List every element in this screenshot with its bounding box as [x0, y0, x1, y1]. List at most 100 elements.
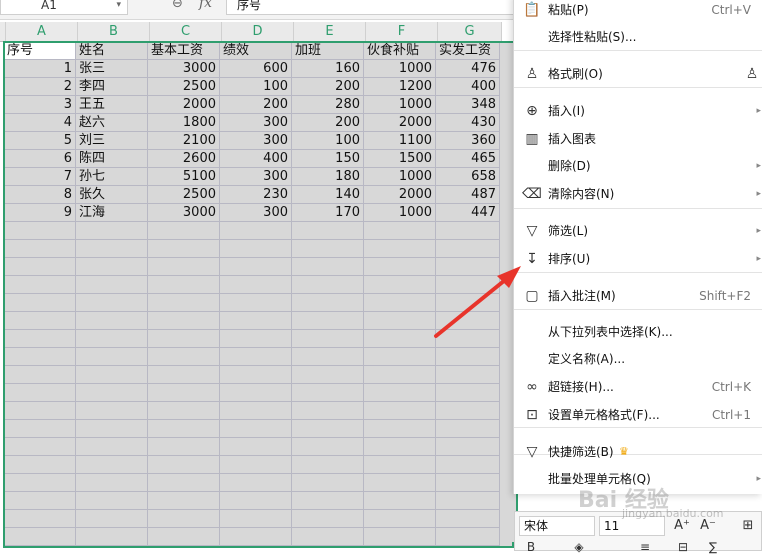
bold-icon[interactable]: B	[521, 540, 541, 554]
header-cell[interactable]: 姓名	[76, 42, 148, 60]
empty-cell[interactable]	[220, 294, 292, 312]
empty-cell[interactable]	[436, 366, 500, 384]
formula-input[interactable]: 序号	[226, 0, 516, 15]
empty-cell[interactable]	[292, 348, 364, 366]
empty-cell[interactable]	[4, 348, 76, 366]
table-cell[interactable]: 1000	[364, 96, 436, 114]
empty-cell[interactable]	[364, 528, 436, 546]
empty-cell[interactable]	[436, 348, 500, 366]
sum-icon[interactable]: ∑	[703, 540, 723, 554]
empty-cell[interactable]	[4, 222, 76, 240]
table-cell[interactable]: 465	[436, 150, 500, 168]
empty-cell[interactable]	[292, 474, 364, 492]
menu-item[interactable]: ⌫ 清除内容(N) ▸	[514, 181, 762, 207]
empty-cell[interactable]	[148, 402, 220, 420]
table-cell[interactable]: 300	[220, 204, 292, 222]
empty-cell[interactable]	[292, 438, 364, 456]
table-cell[interactable]: 400	[436, 78, 500, 96]
empty-cell[interactable]	[436, 222, 500, 240]
table-cell[interactable]: 5100	[148, 168, 220, 186]
empty-cell[interactable]	[4, 366, 76, 384]
empty-cell[interactable]	[220, 456, 292, 474]
table-cell[interactable]: 1500	[364, 150, 436, 168]
empty-cell[interactable]	[364, 438, 436, 456]
empty-cell[interactable]	[436, 456, 500, 474]
table-cell[interactable]: 1000	[364, 60, 436, 78]
align-icon[interactable]: ≡	[635, 540, 655, 554]
empty-cell[interactable]	[436, 330, 500, 348]
empty-cell[interactable]	[220, 528, 292, 546]
empty-cell[interactable]	[364, 384, 436, 402]
table-cell[interactable]: 2600	[148, 150, 220, 168]
table-cell[interactable]: 1800	[148, 114, 220, 132]
empty-cell[interactable]	[76, 294, 148, 312]
empty-cell[interactable]	[148, 528, 220, 546]
merge-cells-icon[interactable]: ⊞	[737, 515, 759, 537]
table-cell[interactable]: 1000	[364, 204, 436, 222]
empty-cell[interactable]	[148, 366, 220, 384]
table-cell[interactable]: 江海	[76, 204, 148, 222]
empty-cell[interactable]	[76, 258, 148, 276]
empty-cell[interactable]	[292, 366, 364, 384]
empty-cell[interactable]	[220, 276, 292, 294]
empty-cell[interactable]	[148, 222, 220, 240]
empty-cell[interactable]	[364, 312, 436, 330]
border-icon[interactable]: ⊟	[673, 540, 693, 554]
menu-item[interactable]: ▥ 插入图表	[514, 126, 762, 152]
table-cell[interactable]: 孙七	[76, 168, 148, 186]
table-cell[interactable]: 230	[220, 186, 292, 204]
table-cell[interactable]: 160	[292, 60, 364, 78]
empty-cell[interactable]	[148, 240, 220, 258]
table-cell[interactable]: 200	[220, 96, 292, 114]
table-cell[interactable]: 447	[436, 204, 500, 222]
table-cell[interactable]: 王五	[76, 96, 148, 114]
header-cell[interactable]: 实发工资	[436, 42, 500, 60]
empty-cell[interactable]	[436, 438, 500, 456]
empty-cell[interactable]	[436, 510, 500, 528]
empty-cell[interactable]	[364, 492, 436, 510]
empty-cell[interactable]	[364, 348, 436, 366]
empty-cell[interactable]	[220, 240, 292, 258]
table-cell[interactable]: 360	[436, 132, 500, 150]
table-cell[interactable]: 150	[292, 150, 364, 168]
empty-cell[interactable]	[76, 348, 148, 366]
column-header[interactable]: F	[366, 22, 438, 42]
header-cell[interactable]: 加班	[292, 42, 364, 60]
empty-cell[interactable]	[220, 384, 292, 402]
menu-item[interactable]: ▽ 筛选(L) ▸	[514, 218, 762, 244]
column-header[interactable]: B	[78, 22, 150, 42]
empty-cell[interactable]	[76, 240, 148, 258]
empty-cell[interactable]	[220, 366, 292, 384]
table-cell[interactable]: 400	[220, 150, 292, 168]
zoom-icon[interactable]: ⊖	[172, 0, 183, 11]
empty-cell[interactable]	[292, 312, 364, 330]
empty-cell[interactable]	[4, 528, 76, 546]
empty-cell[interactable]	[220, 438, 292, 456]
table-cell[interactable]: 2500	[148, 186, 220, 204]
table-cell[interactable]: 2000	[148, 96, 220, 114]
menu-item[interactable]: ↧ 排序(U) ▸	[514, 246, 762, 272]
empty-cell[interactable]	[148, 258, 220, 276]
menu-item[interactable]: 定义名称(A)...	[514, 346, 762, 372]
empty-cell[interactable]	[292, 456, 364, 474]
empty-cell[interactable]	[292, 330, 364, 348]
empty-cell[interactable]	[364, 258, 436, 276]
empty-cell[interactable]	[4, 456, 76, 474]
empty-cell[interactable]	[76, 492, 148, 510]
table-cell[interactable]: 3000	[148, 60, 220, 78]
table-cell[interactable]: 200	[292, 114, 364, 132]
table-cell[interactable]: 200	[292, 78, 364, 96]
format-painter-icon[interactable]: ♙	[742, 64, 762, 84]
column-header[interactable]: D	[222, 22, 294, 42]
empty-cell[interactable]	[148, 474, 220, 492]
empty-cell[interactable]	[220, 348, 292, 366]
table-cell[interactable]: 李四	[76, 78, 148, 96]
column-header[interactable]: A	[6, 22, 78, 42]
empty-cell[interactable]	[76, 330, 148, 348]
empty-cell[interactable]	[436, 384, 500, 402]
empty-cell[interactable]	[76, 420, 148, 438]
table-cell[interactable]: 9	[4, 204, 76, 222]
table-cell[interactable]: 张三	[76, 60, 148, 78]
font-family-select[interactable]: 宋体	[519, 516, 595, 536]
empty-cell[interactable]	[76, 276, 148, 294]
